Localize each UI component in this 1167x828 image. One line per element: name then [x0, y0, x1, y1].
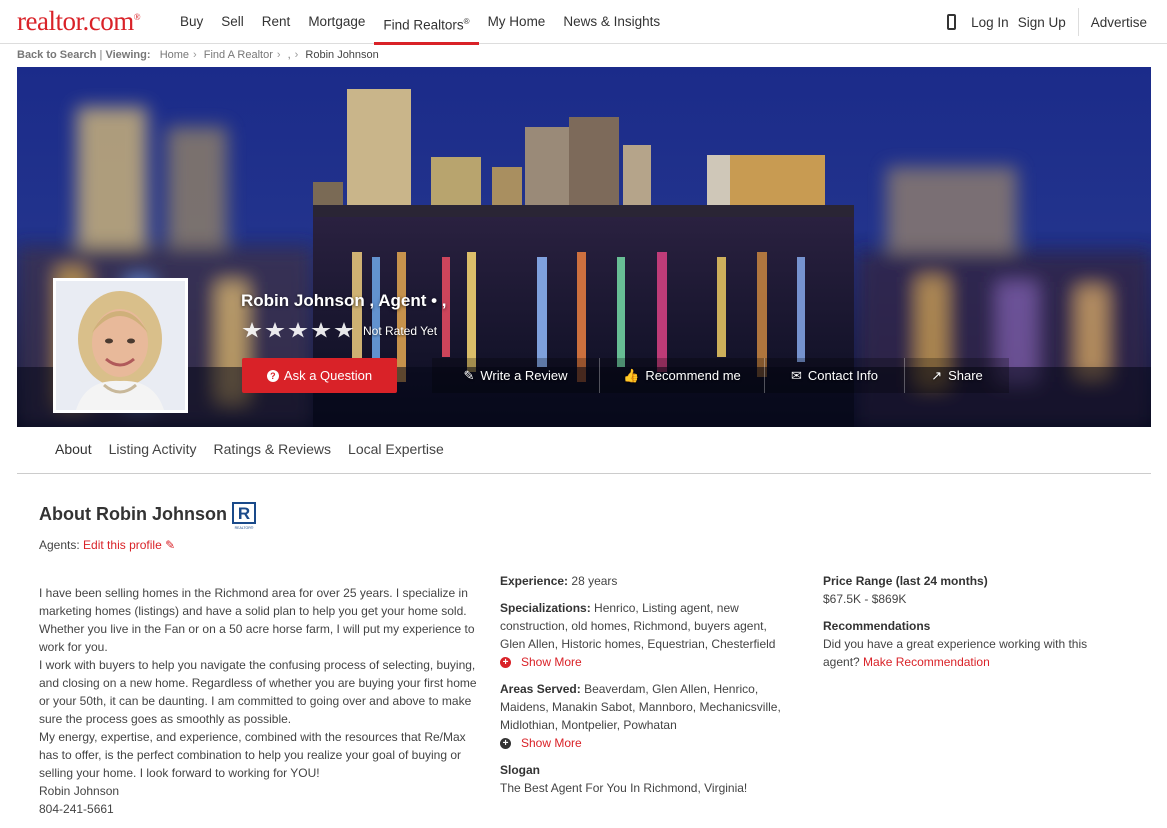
- signup-link[interactable]: Sign Up: [1018, 15, 1066, 30]
- question-circle-icon: ?: [266, 369, 279, 382]
- recommendations-label: Recommendations: [823, 619, 931, 633]
- nav-my-home[interactable]: My Home: [479, 0, 555, 44]
- agent-details: Experience: 28 years Specializations: He…: [500, 572, 795, 806]
- nav-buy[interactable]: Buy: [171, 0, 212, 44]
- write-review-label: Write a Review: [480, 368, 568, 383]
- star-icon: [311, 322, 331, 338]
- tab-local-expertise[interactable]: Local Expertise: [340, 427, 452, 473]
- tab-ratings-reviews[interactable]: Ratings & Reviews: [206, 427, 340, 473]
- agent-name-title: Robin Johnson , Agent • ,: [241, 291, 447, 310]
- top-navigation: realtor.com® Buy Sell Rent Mortgage Find…: [0, 0, 1167, 45]
- agents-edit-line: Agents: Edit this profile ✎: [39, 538, 175, 552]
- nav-rent[interactable]: Rent: [253, 0, 300, 44]
- bio-paragraph: I have been selling homes in the Richmon…: [39, 586, 475, 654]
- price-range-label: Price Range (last 24 months): [823, 574, 988, 588]
- nav-mortgage[interactable]: Mortgage: [299, 0, 374, 44]
- nav-find-realtors[interactable]: Find Realtors®: [374, 0, 479, 45]
- svg-text:R: R: [238, 504, 250, 523]
- realtor-r-logo-icon: R REALTOR®: [232, 502, 256, 530]
- profile-hero-banner: Robin Johnson , Agent • , Not Rated Yet …: [17, 67, 1151, 427]
- nav-news-insights[interactable]: News & Insights: [554, 0, 669, 44]
- pencil-icon: ✎: [165, 538, 176, 552]
- star-icon: [334, 322, 354, 338]
- mobile-phone-icon[interactable]: [947, 14, 957, 30]
- nav-divider: [1077, 8, 1079, 36]
- bio-signature-name: Robin Johnson: [39, 784, 120, 798]
- breadcrumb-current: Robin Johnson: [305, 49, 379, 61]
- thumbs-up-icon: 👍: [623, 367, 640, 383]
- areas-show-more[interactable]: + Show More: [500, 734, 795, 752]
- nav-sell[interactable]: Sell: [212, 0, 253, 44]
- agent-portrait-image: [56, 281, 185, 410]
- experience-value: 28 years: [571, 574, 618, 588]
- svg-text:REALTOR®: REALTOR®: [235, 526, 254, 530]
- price-range-value: $67.5K - $869K: [823, 592, 907, 606]
- ask-question-label: Ask a Question: [283, 368, 373, 383]
- agents-label: Agents:: [39, 538, 80, 552]
- rating-status: Not Rated Yet: [363, 323, 438, 338]
- areas-served-label: Areas Served:: [500, 682, 581, 696]
- edit-icon: ✎: [463, 367, 475, 383]
- agent-photo: [53, 278, 188, 413]
- bio-paragraph: My energy, expertise, and experience, co…: [39, 730, 466, 780]
- make-recommendation-link[interactable]: Make Recommendation: [863, 655, 990, 669]
- share-label: Share: [948, 368, 983, 383]
- slogan-value: The Best Agent For You In Richmond, Virg…: [500, 781, 748, 795]
- profile-tabs: About Listing Activity Ratings & Reviews…: [17, 427, 1151, 474]
- star-icon: [242, 322, 262, 338]
- advertise-link[interactable]: Advertise: [1091, 15, 1147, 30]
- breadcrumb-home[interactable]: Home: [160, 49, 189, 61]
- share-icon: ↗: [931, 367, 943, 383]
- envelope-icon: ✉: [790, 367, 802, 383]
- account-nav: Log In Sign Up Advertise: [947, 0, 1167, 44]
- recommendations-block: Recommendations Did you have a great exp…: [823, 617, 1123, 671]
- slogan-row: Slogan The Best Agent For You In Richmon…: [500, 761, 795, 797]
- specializations-show-more[interactable]: + Show More: [500, 653, 795, 671]
- viewing-label: Viewing:: [105, 49, 151, 61]
- main-nav: Buy Sell Rent Mortgage Find Realtors® My…: [171, 0, 669, 45]
- contact-info-label: Contact Info: [807, 368, 878, 383]
- contact-info-button[interactable]: ✉ Contact Info: [765, 358, 905, 393]
- write-review-button[interactable]: ✎ Write a Review: [432, 358, 600, 393]
- tab-listing-activity[interactable]: Listing Activity: [101, 427, 205, 473]
- slogan-label: Slogan: [500, 763, 541, 777]
- ask-question-button[interactable]: ? Ask a Question: [242, 358, 397, 393]
- tab-about[interactable]: About: [47, 427, 100, 473]
- experience-row: Experience: 28 years: [500, 572, 795, 590]
- realtor-logo[interactable]: realtor.com®: [17, 6, 141, 37]
- experience-label: Experience:: [500, 574, 569, 588]
- specializations-label: Specializations:: [500, 601, 591, 615]
- agent-side-info: Price Range (last 24 months) $67.5K - $8…: [823, 572, 1123, 680]
- bio-paragraph: I work with buyers to help you navigate …: [39, 658, 477, 726]
- edit-profile-link[interactable]: Edit this profile ✎: [83, 538, 175, 552]
- specializations-row: Specializations: Henrico, Listing agent,…: [500, 599, 795, 671]
- star-icon: [288, 322, 308, 338]
- agent-bio: I have been selling homes in the Richmon…: [39, 584, 484, 818]
- about-heading: About Robin Johnson: [39, 504, 227, 524]
- breadcrumb-find-realtor[interactable]: Find A Realtor: [204, 49, 273, 61]
- bio-phone: 804-241-5661: [39, 802, 114, 816]
- rating-stars: Not Rated Yet: [242, 322, 437, 339]
- back-to-search-link[interactable]: Back to Search: [17, 49, 96, 61]
- profile-action-bar: ✎ Write a Review 👍 Recommend me ✉ Contac…: [432, 358, 1009, 393]
- star-icon: [265, 322, 285, 338]
- breadcrumb-location[interactable]: ,: [288, 49, 291, 61]
- plus-circle-icon: +: [500, 656, 511, 668]
- recommend-me-button[interactable]: 👍 Recommend me: [600, 358, 765, 393]
- plus-circle-icon: +: [500, 737, 511, 749]
- login-link[interactable]: Log In: [971, 15, 1009, 30]
- breadcrumb: Back to Search | Viewing: Home › Find A R…: [17, 49, 379, 61]
- areas-served-row: Areas Served: Beaverdam, Glen Allen, Hen…: [500, 680, 795, 752]
- recommend-me-label: Recommend me: [645, 368, 741, 383]
- price-range-block: Price Range (last 24 months) $67.5K - $8…: [823, 572, 1123, 608]
- share-button[interactable]: ↗ Share: [905, 358, 1009, 393]
